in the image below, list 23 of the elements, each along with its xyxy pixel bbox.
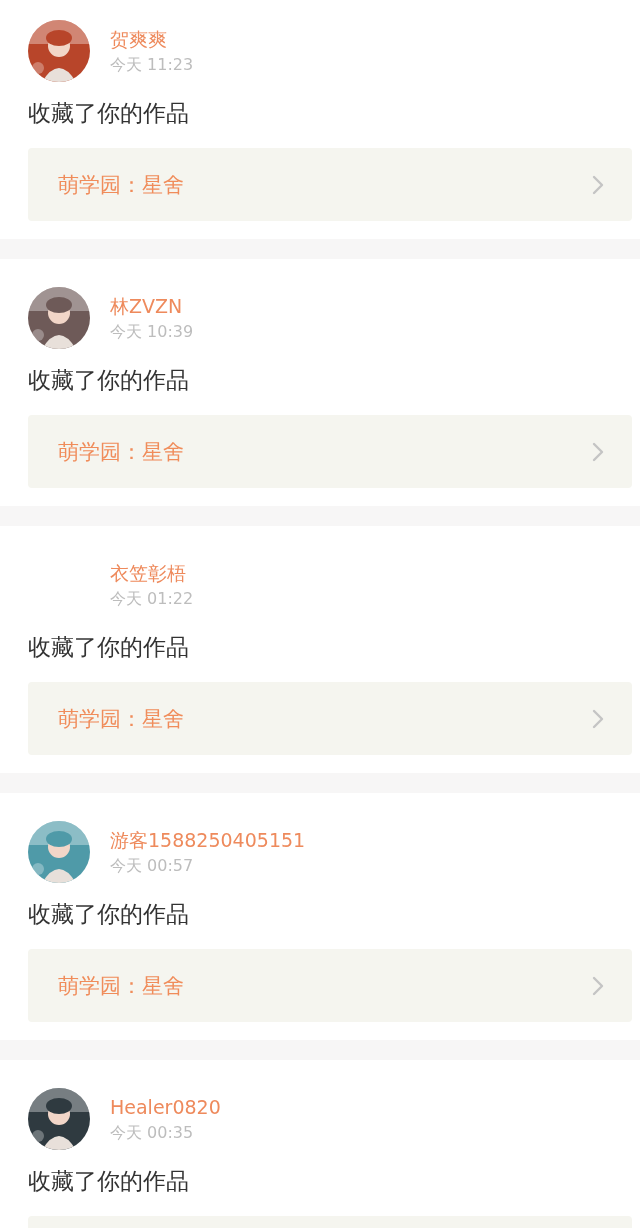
- timestamp: 今天 10:39: [110, 322, 194, 342]
- timestamp: 今天 00:57: [110, 856, 195, 876]
- chevron-right-icon: [592, 708, 604, 729]
- timestamp: 今天 01:22: [110, 589, 194, 609]
- activity-text: 收藏了你的作品: [28, 900, 190, 929]
- work-link-card[interactable]: 萌学园：星舍: [28, 682, 632, 755]
- chevron-right-icon: [592, 975, 604, 996]
- user-name[interactable]: 贺爽爽: [110, 27, 194, 51]
- activity-text: 收藏了你的作品: [28, 633, 190, 662]
- work-link-card[interactable]: 萌学园：星舍: [28, 415, 632, 488]
- user-name[interactable]: 游客1588250405151: [110, 828, 306, 852]
- timestamp: 今天 11:23: [110, 55, 194, 75]
- timestamp: 今天 00:35: [110, 1123, 195, 1143]
- user-name[interactable]: 林ZVZN: [110, 294, 194, 318]
- chevron-right-icon: [592, 174, 604, 195]
- work-link-card[interactable]: 萌学园：星舍: [28, 949, 632, 1022]
- activity-text: 收藏了你的作品: [28, 366, 190, 395]
- chevron-right-icon: [592, 441, 604, 462]
- activity-text: 收藏了你的作品: [28, 1167, 190, 1196]
- work-link-card[interactable]: 萌学园：星舍: [28, 148, 632, 221]
- activity-text: 收藏了你的作品: [28, 99, 190, 128]
- user-name[interactable]: Healer0820: [110, 1095, 221, 1119]
- user-name[interactable]: 衣笠彰梧: [110, 561, 194, 585]
